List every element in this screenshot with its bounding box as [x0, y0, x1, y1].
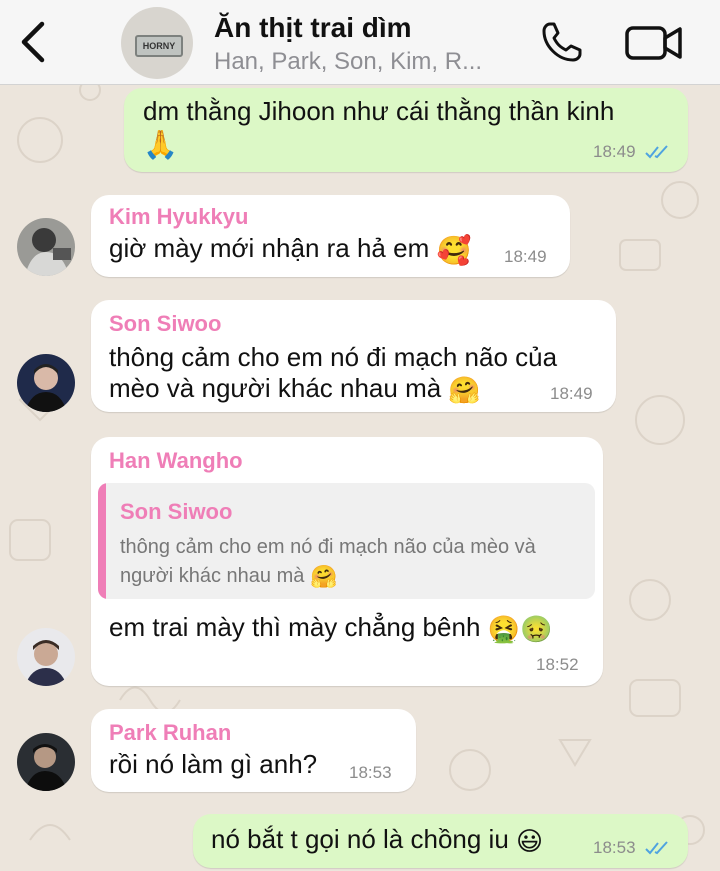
message-outgoing[interactable]: nó bắt t gọi nó là chồng iu 😃 18:53 [193, 814, 688, 868]
group-members[interactable]: Han, Park, Son, Kim, R... [214, 48, 534, 76]
message-text: nó bắt t gọi nó là chồng iu 😃 [211, 824, 544, 856]
avatar-kim-hyukkyu[interactable] [17, 218, 75, 276]
quoted-message[interactable]: Son Siwoo thông cảm cho em nó đi mạch nã… [98, 483, 595, 599]
quote-sender: Son Siwoo [120, 499, 233, 524]
avatar-han-wangho[interactable] [17, 628, 75, 686]
sender-name: Kim Hyukkyu [109, 204, 249, 229]
message-text: thông cảm cho em nó đi mạch não của mèo … [109, 342, 558, 405]
group-avatar-plaque: HORNY [135, 35, 183, 57]
nauseated-face-emoji: 🤢 [520, 613, 553, 644]
avatar-park-ruhan[interactable] [17, 733, 75, 791]
hugging-face-emoji: 🤗 [309, 564, 338, 590]
quote-text: thông cảm cho em nó đi mạch não của mèo … [120, 536, 536, 590]
hugging-face-emoji: 🤗 [448, 374, 481, 405]
message-incoming[interactable]: Son Siwoo thông cảm cho em nó đi mạch nã… [91, 300, 616, 412]
message-time: 18:49 [593, 142, 636, 161]
read-ticks-icon [645, 145, 668, 159]
grinning-face-emoji: 😃 [516, 825, 544, 856]
message-text: dm thằng Jihoon như cái thằng thần kinh … [143, 96, 615, 160]
video-camera-icon[interactable] [624, 22, 684, 64]
avatar-son-siwoo[interactable] [17, 354, 75, 412]
sender-name: Park Ruhan [109, 720, 232, 745]
message-text: giờ mày mới nhận ra hả em 🥰 [109, 233, 472, 266]
group-avatar[interactable]: HORNY [121, 7, 193, 79]
message-incoming[interactable]: Park Ruhan rồi nó làm gì anh? 18:53 [91, 709, 416, 792]
chat-header: HORNY Ăn thịt trai dìm Han, Park, Son, K… [0, 0, 720, 85]
message-time: 18:49 [550, 384, 593, 403]
message-text: em trai mày thì mày chẳng bênh 🤮🤢 [109, 612, 553, 644]
chevron-left-icon[interactable] [16, 20, 50, 64]
vomiting-face-emoji: 🤮 [487, 613, 521, 644]
message-outgoing[interactable]: dm thằng Jihoon như cái thằng thần kinh … [124, 88, 688, 172]
message-time: 18:53 [593, 838, 636, 857]
sender-name: Han Wangho [109, 448, 243, 473]
quote-accent-bar [98, 483, 106, 599]
smiling-hearts-emoji: 🥰 [436, 234, 472, 266]
read-ticks-icon [645, 841, 668, 855]
folded-hands-emoji: 🙏 [143, 128, 178, 160]
phone-icon[interactable] [538, 18, 586, 66]
message-time: 18:53 [349, 763, 392, 782]
message-text: rồi nó làm gì anh? [109, 749, 318, 779]
message-time: 18:49 [504, 247, 547, 266]
group-title[interactable]: Ăn thịt trai dìm [214, 12, 412, 44]
message-time: 18:52 [536, 655, 579, 674]
sender-name: Son Siwoo [109, 311, 222, 336]
message-incoming[interactable]: Kim Hyukkyu giờ mày mới nhận ra hả em 🥰 … [91, 195, 570, 277]
